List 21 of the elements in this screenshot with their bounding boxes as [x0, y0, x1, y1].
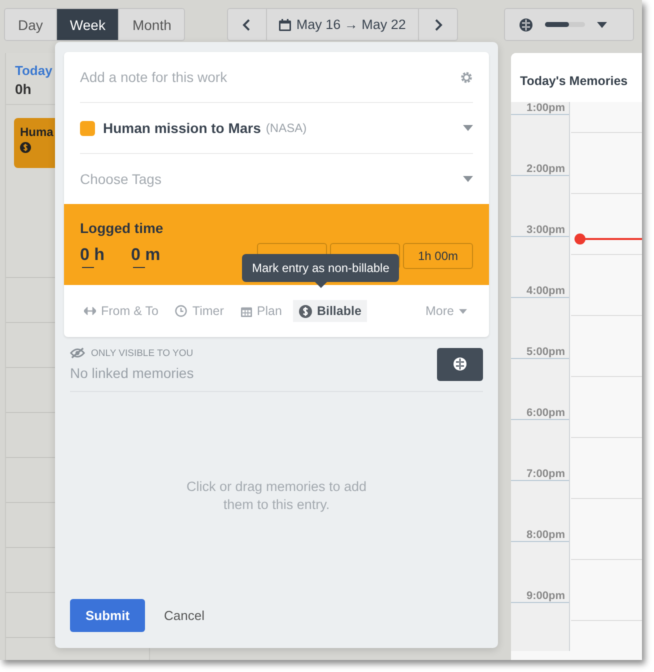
time-label: 6:00pm [511, 407, 569, 420]
linked-memories-text: No linked memories [70, 365, 195, 381]
panel-title: Today's Memories [520, 74, 628, 88]
time-label: 3:00pm [511, 224, 569, 237]
day-label: Today [15, 63, 52, 78]
visibility-label: ONLY VISIBLE TO YOU [91, 348, 194, 358]
time-label: 8:00pm [511, 529, 569, 542]
time-label: 5:00pm [511, 346, 569, 359]
time-label: 7:00pm [511, 468, 569, 481]
tooltip: Mark entry as non-billable [242, 254, 400, 288]
empty-hint: Click or drag memories to add them to this entry. [185, 478, 368, 514]
entry-title: Huma [20, 125, 54, 139]
time-label: 2:00pm [511, 163, 569, 176]
time-label: 1:00pm [511, 102, 569, 115]
time-label: 9:00pm [511, 590, 569, 603]
time-label: 4:00pm [511, 285, 569, 298]
section-title: Logged time [80, 220, 164, 236]
tags-placeholder: Choose Tags [80, 171, 162, 187]
day-total: 0h [15, 81, 32, 97]
project-name: Human mission to Mars [103, 120, 261, 136]
client-name: (NASA) [266, 121, 307, 135]
